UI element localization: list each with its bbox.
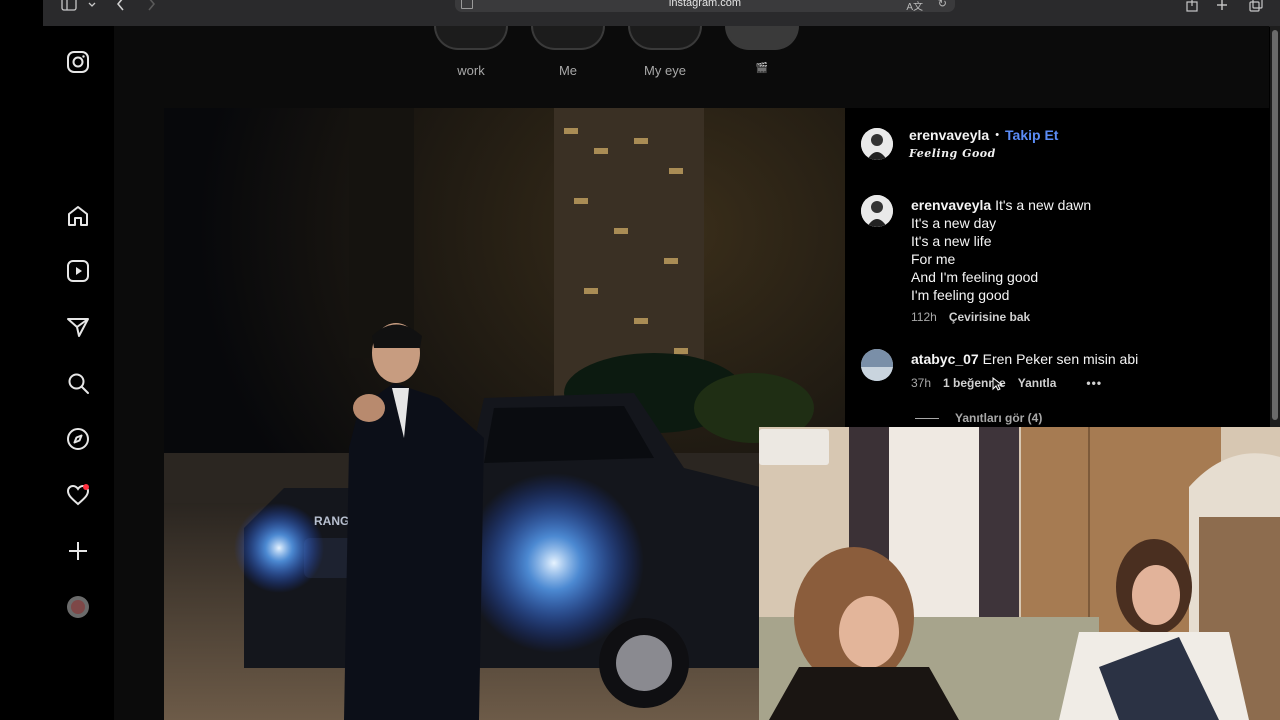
author-username[interactable]: erenvaveyla: [909, 127, 989, 143]
highlight-label: Me: [558, 63, 578, 78]
svg-text:RANG: RANG: [314, 514, 349, 528]
caption-line: It's a new dawn: [995, 197, 1092, 213]
new-tab-icon[interactable]: [1215, 0, 1229, 12]
address-bar[interactable]: instagram.com A文 ↻: [455, 0, 955, 13]
caption-line: For me: [911, 251, 956, 267]
comment-time: 37h: [911, 376, 932, 390]
highlight-cover: [531, 26, 605, 50]
commenter-avatar[interactable]: [861, 349, 893, 381]
scrollbar-thumb[interactable]: [1272, 30, 1278, 420]
caption-time: 112h: [911, 310, 937, 324]
messages-icon[interactable]: [66, 315, 90, 339]
highlight-label: work: [457, 63, 485, 78]
explore-icon[interactable]: [66, 427, 90, 451]
replies-divider: [915, 417, 939, 419]
webcam-overlay: [759, 427, 1280, 720]
caption-line: It's a new day: [911, 215, 997, 231]
highlight-item[interactable]: work: [431, 26, 511, 78]
caption-line: I'm feeling good: [911, 287, 1010, 303]
caption-line: And I'm feeling good: [911, 269, 1039, 285]
sidebar-toggle-icon[interactable]: [60, 0, 78, 12]
highlight-cover: [434, 26, 508, 50]
back-icon[interactable]: [115, 0, 127, 12]
highlight-item[interactable]: Me: [528, 26, 608, 78]
notifications-heart-icon[interactable]: [66, 483, 90, 507]
translate-icon[interactable]: A文: [906, 0, 923, 13]
page-icon: [461, 0, 473, 9]
comments-panel: erenvaveyla • Takip Et Feeling Good eren…: [845, 108, 1269, 428]
dot-separator: •: [995, 129, 1000, 141]
highlight-cover: [628, 26, 702, 50]
home-icon[interactable]: [66, 204, 90, 228]
search-icon[interactable]: [66, 371, 90, 395]
reels-icon[interactable]: [66, 259, 90, 283]
create-plus-icon[interactable]: [66, 539, 90, 563]
post-photo[interactable]: RANG: [164, 108, 845, 720]
commenter-username[interactable]: atabyc_07: [911, 351, 979, 367]
highlight-label: 🎬: [755, 63, 769, 74]
browser-toolbar: instagram.com A文 ↻: [43, 0, 1280, 27]
view-replies-button[interactable]: Yanıtları gör (4): [955, 411, 1042, 425]
more-dots-icon[interactable]: •••: [1086, 376, 1102, 390]
reload-icon[interactable]: ↻: [938, 0, 947, 10]
instagram-logo-icon[interactable]: [66, 50, 90, 74]
author-avatar[interactable]: [861, 128, 893, 160]
reply-button[interactable]: Yanıtla: [1018, 376, 1057, 390]
profile-avatar-icon[interactable]: [66, 595, 90, 619]
instagram-sidebar: [43, 26, 114, 720]
forward-icon[interactable]: [145, 0, 157, 12]
comment-text: Eren Peker sen misin abi: [982, 351, 1139, 367]
caption-username[interactable]: erenvaveyla: [911, 197, 991, 213]
caption-text: erenvaveyla It's a new dawn It's a new d…: [911, 196, 1251, 304]
share-icon[interactable]: [1184, 0, 1200, 12]
tab-overview-icon[interactable]: [1248, 0, 1264, 12]
mouse-pointer-icon: [992, 376, 1004, 391]
follow-button[interactable]: Takip Et: [1005, 127, 1058, 143]
highlight-label: My eye: [644, 63, 686, 78]
caption-line: It's a new life: [911, 233, 992, 249]
highlight-item[interactable]: 🎬: [722, 26, 802, 74]
translate-link[interactable]: Çevirisine bak: [949, 310, 1030, 324]
caption-avatar[interactable]: [861, 195, 893, 227]
song-label[interactable]: Feeling Good: [909, 147, 996, 160]
highlight-cover: [725, 26, 799, 50]
url-text: instagram.com: [668, 0, 742, 9]
highlight-item[interactable]: My eye: [625, 26, 705, 78]
chevron-down-icon[interactable]: [87, 0, 97, 12]
